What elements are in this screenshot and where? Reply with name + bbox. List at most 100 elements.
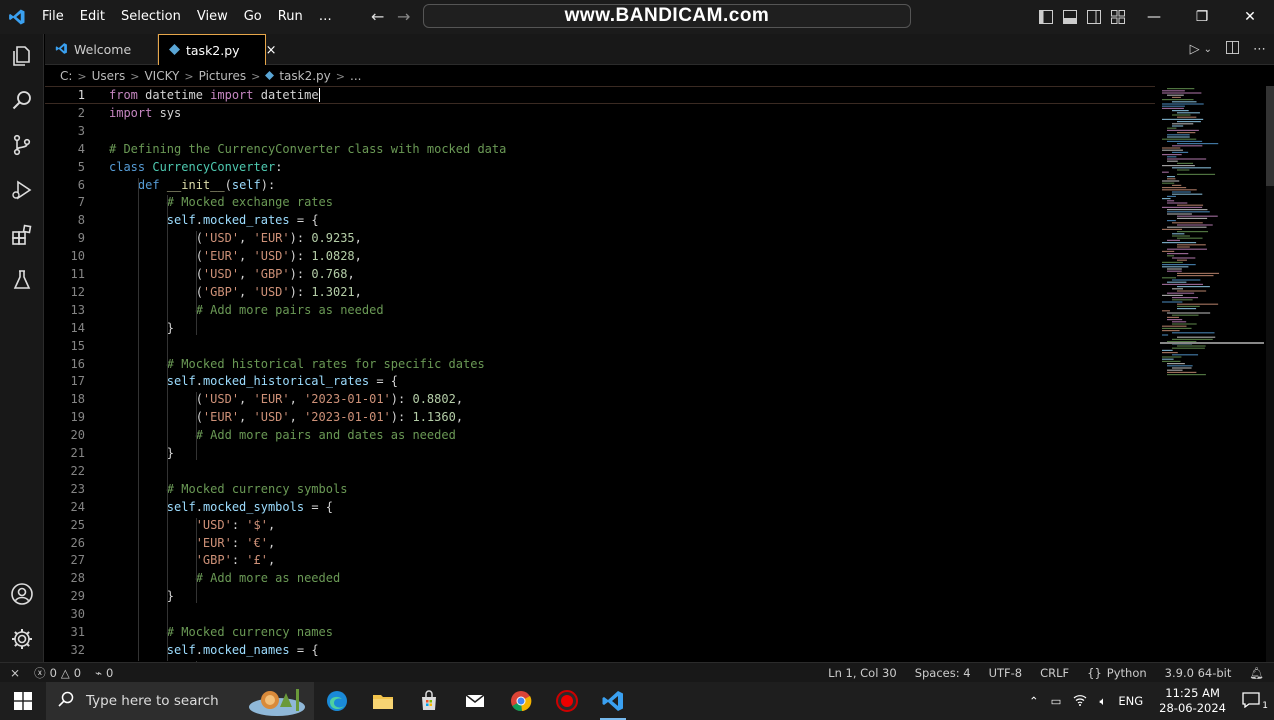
customize-layout-icon[interactable] xyxy=(1106,0,1130,34)
taskbar-file-explorer-icon[interactable] xyxy=(360,682,406,720)
code-line[interactable]: 13 # Add more pairs as needed xyxy=(45,301,1155,319)
breadcrumb-users[interactable]: Users xyxy=(92,69,126,83)
taskbar-store-icon[interactable] xyxy=(406,682,452,720)
toggle-secondary-sidebar-icon[interactable] xyxy=(1082,0,1106,34)
chevron-up-icon[interactable]: ⌃ xyxy=(1023,694,1045,708)
code-line[interactable]: 1 from datetime import datetime xyxy=(45,86,1155,104)
breadcrumb-vicky[interactable]: VICKY xyxy=(144,69,179,83)
editor-scrollbar[interactable] xyxy=(1266,86,1274,662)
code-line[interactable]: 10 ('EUR', 'USD'): 1.0828, xyxy=(45,247,1155,265)
minimap[interactable] xyxy=(1158,86,1266,662)
forward-arrow-icon[interactable]: → xyxy=(397,7,410,26)
tab-task2-py[interactable]: task2.py × xyxy=(158,34,276,65)
minimap-slider[interactable] xyxy=(1160,342,1264,344)
input-language[interactable]: ENG xyxy=(1112,694,1149,708)
code-line[interactable]: 15 xyxy=(45,337,1155,355)
menu-edit[interactable]: Edit xyxy=(72,0,113,34)
notification-center-icon[interactable]: 1 xyxy=(1236,691,1274,711)
code-line[interactable]: 16 # Mocked historical rates for specifi… xyxy=(45,355,1155,373)
code-line[interactable]: 3 xyxy=(45,122,1155,140)
run-and-debug-icon[interactable] xyxy=(0,168,44,212)
chevron-down-icon[interactable]: ⌄ xyxy=(1204,44,1212,55)
code-editor[interactable]: 1 from datetime import datetime 2 import sy… xyxy=(45,86,1155,675)
wifi-icon[interactable] xyxy=(1067,694,1093,709)
taskbar-vscode-icon[interactable] xyxy=(590,682,636,720)
menu-view[interactable]: View xyxy=(189,0,236,34)
code-line[interactable]: 8 self.mocked_rates = { xyxy=(45,211,1155,229)
remote-indicator-icon[interactable]: ⨯ xyxy=(10,666,20,680)
testing-flask-icon[interactable] xyxy=(0,258,44,302)
code-line[interactable]: 21 } xyxy=(45,444,1155,462)
extensions-icon[interactable] xyxy=(0,213,44,257)
code-line[interactable]: 23 # Mocked currency symbols xyxy=(45,480,1155,498)
toggle-primary-sidebar-icon[interactable] xyxy=(1034,0,1058,34)
menu-selection[interactable]: Selection xyxy=(113,0,189,34)
file-encoding[interactable]: UTF-8 xyxy=(989,666,1023,680)
ports-indicator[interactable]: ⌁ 0 xyxy=(95,666,113,680)
menu-go[interactable]: Go xyxy=(236,0,270,34)
breadcrumb-drive[interactable]: C: xyxy=(60,69,72,83)
search-icon[interactable] xyxy=(0,78,44,122)
notifications-bell-icon[interactable]: 🔔︎ xyxy=(1249,666,1264,680)
taskbar-bandicam-icon[interactable] xyxy=(544,682,590,720)
code-line[interactable]: 28 # Add more as needed xyxy=(45,569,1155,587)
breadcrumb-symbol[interactable]: ... xyxy=(350,69,361,83)
code-line[interactable]: 22 xyxy=(45,462,1155,480)
toggle-panel-icon[interactable] xyxy=(1058,0,1082,34)
code-line[interactable]: 4 # Defining the CurrencyConverter class … xyxy=(45,140,1155,158)
code-line[interactable]: 5 class CurrencyConverter: xyxy=(45,158,1155,176)
indentation[interactable]: Spaces: 4 xyxy=(915,666,971,680)
menu-file[interactable]: File xyxy=(34,0,72,34)
split-editor-icon[interactable] xyxy=(1226,41,1239,58)
code-line[interactable]: 2 import sys xyxy=(45,104,1155,122)
close-tab-icon[interactable]: × xyxy=(266,43,277,58)
restore-icon[interactable]: ❐ xyxy=(1178,0,1226,34)
taskbar-clock[interactable]: 11:25 AM 28-06-2024 xyxy=(1149,686,1236,716)
code-line[interactable]: 32 self.mocked_names = { xyxy=(45,641,1155,659)
code-line[interactable]: 9 ('USD', 'EUR'): 0.9235, xyxy=(45,229,1155,247)
command-center[interactable]: www.BANDICAM.com xyxy=(423,4,911,28)
explorer-icon[interactable] xyxy=(0,34,44,78)
code-line[interactable]: 24 self.mocked_symbols = { xyxy=(45,498,1155,516)
volume-icon[interactable]: 🔈︎ xyxy=(1093,694,1112,709)
minimize-icon[interactable]: — xyxy=(1130,0,1178,34)
taskbar-chrome-icon[interactable] xyxy=(498,682,544,720)
python-interpreter[interactable]: 3.9.0 64-bit xyxy=(1165,666,1232,680)
code-line[interactable]: 27 'GBP': '£', xyxy=(45,551,1155,569)
code-line[interactable]: 29 } xyxy=(45,587,1155,605)
windows-start-icon[interactable] xyxy=(0,682,46,720)
taskbar-edge-icon[interactable] xyxy=(314,682,360,720)
code-line[interactable]: 14 } xyxy=(45,319,1155,337)
accounts-icon[interactable] xyxy=(0,572,44,616)
problems-indicator[interactable]: ⓧ 0 △ 0 xyxy=(34,665,81,681)
back-arrow-icon[interactable]: ← xyxy=(371,7,384,26)
code-line[interactable]: 11 ('USD', 'GBP'): 0.768, xyxy=(45,265,1155,283)
code-line[interactable]: 12 ('GBP', 'USD'): 1.3021, xyxy=(45,283,1155,301)
settings-gear-icon[interactable] xyxy=(0,617,44,661)
code-line[interactable]: 25 'USD': '$', xyxy=(45,516,1155,534)
code-line[interactable]: 7 # Mocked exchange rates xyxy=(45,193,1155,211)
language-mode[interactable]: {} Python xyxy=(1087,666,1147,680)
run-python-file-icon[interactable]: ▷ xyxy=(1190,42,1200,57)
taskbar-search[interactable]: Type here to search xyxy=(46,682,314,720)
close-window-icon[interactable]: ✕ xyxy=(1226,0,1274,34)
source-control-icon[interactable] xyxy=(0,123,44,167)
taskbar-mail-icon[interactable] xyxy=(452,682,498,720)
code-line[interactable]: 31 # Mocked currency names xyxy=(45,623,1155,641)
menu-more[interactable]: … xyxy=(311,0,340,34)
scrollbar-thumb[interactable] xyxy=(1266,86,1274,186)
breadcrumb-pictures[interactable]: Pictures xyxy=(199,69,247,83)
breadcrumb-file[interactable]: task2.py xyxy=(279,69,330,83)
battery-icon[interactable]: ▭ xyxy=(1045,694,1068,708)
code-line[interactable]: 20 # Add more pairs and dates as needed xyxy=(45,426,1155,444)
end-of-line[interactable]: CRLF xyxy=(1040,666,1069,680)
menu-run[interactable]: Run xyxy=(270,0,311,34)
code-line[interactable]: 6 def __init__(self): xyxy=(45,176,1155,194)
code-line[interactable]: 19 ('EUR', 'USD', '2023-01-01'): 1.1360, xyxy=(45,408,1155,426)
more-actions-icon[interactable]: ⋯ xyxy=(1253,42,1266,57)
cursor-position[interactable]: Ln 1, Col 30 xyxy=(828,666,897,680)
code-line[interactable]: 18 ('USD', 'EUR', '2023-01-01'): 0.8802, xyxy=(45,390,1155,408)
code-line[interactable]: 17 self.mocked_historical_rates = { xyxy=(45,372,1155,390)
tab-welcome[interactable]: Welcome xyxy=(45,34,158,65)
code-line[interactable]: 30 xyxy=(45,605,1155,623)
